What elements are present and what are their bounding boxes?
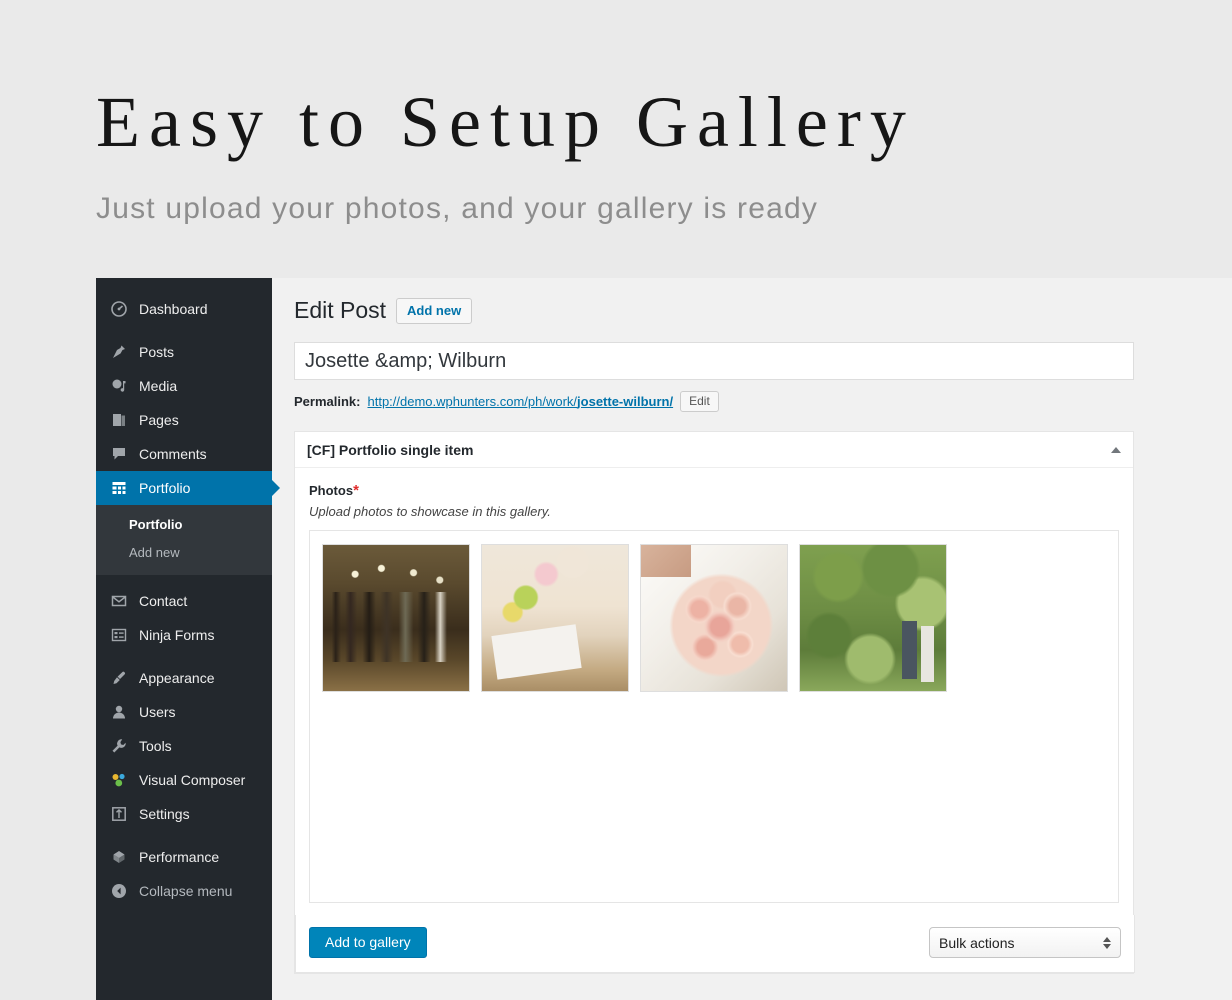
triangle-up-icon[interactable] — [1111, 446, 1121, 453]
settings-icon — [108, 806, 130, 822]
gallery-thumbnail[interactable] — [640, 544, 788, 692]
permalink-label: Permalink: — [294, 394, 361, 409]
sidebar-item-label: Portfolio — [139, 480, 191, 496]
page-header: Edit Post Add new — [294, 296, 1232, 325]
sidebar-item-label: Dashboard — [139, 301, 208, 317]
post-title-input[interactable]: Josette &amp; Wilburn — [294, 342, 1134, 380]
gallery-thumbnail-list — [322, 544, 1106, 692]
sidebar-item-settings[interactable]: Settings — [96, 797, 272, 831]
admin-main-content: Edit Post Add new Josette &amp; Wilburn … — [272, 278, 1232, 1000]
metabox-body: Photos* Upload photos to showcase in thi… — [295, 468, 1133, 903]
gallery-dropzone[interactable] — [309, 530, 1119, 903]
sidebar-item-label: Settings — [139, 806, 190, 822]
gallery-thumbnail[interactable] — [322, 544, 470, 692]
forms-icon — [108, 627, 130, 643]
up-down-arrows-icon — [1103, 936, 1111, 949]
gallery-toolbar: Add to gallery Bulk actions — [295, 915, 1135, 973]
sidebar-item-collapse-menu[interactable]: Collapse menu — [96, 874, 272, 908]
sidebar-item-portfolio[interactable]: Portfolio — [96, 471, 280, 505]
portfolio-metabox: [CF] Portfolio single item Photos* Uploa… — [294, 431, 1135, 974]
sidebar-divider — [96, 831, 272, 840]
sidebar-item-performance[interactable]: Performance — [96, 840, 272, 874]
sidebar-item-posts[interactable]: Posts — [96, 335, 272, 369]
sidebar-item-pages[interactable]: Pages — [96, 403, 272, 437]
sidebar-item-dashboard[interactable]: Dashboard — [96, 292, 272, 326]
sidebar-item-label: Tools — [139, 738, 172, 754]
portfolio-icon — [108, 480, 130, 496]
metabox-header[interactable]: [CF] Portfolio single item — [295, 432, 1133, 468]
sidebar-divider — [96, 575, 272, 584]
sidebar-item-label: Pages — [139, 412, 179, 428]
permalink-row: Permalink: http://demo.wphunters.com/ph/… — [294, 391, 1232, 412]
permalink-slug: josette-wilburn/ — [577, 394, 674, 409]
photo-garden-couple-image — [800, 545, 946, 691]
sidebar-item-label: Users — [139, 704, 176, 720]
gallery-thumbnail[interactable] — [799, 544, 947, 692]
sidebar-item-comments[interactable]: Comments — [96, 437, 272, 471]
sidebar-item-visual-composer[interactable]: Visual Composer — [96, 763, 272, 797]
permalink-edit-button[interactable]: Edit — [680, 391, 719, 412]
wrench-icon — [108, 738, 130, 754]
submenu-item-portfolio[interactable]: Portfolio — [96, 511, 272, 539]
pin-icon — [108, 344, 130, 360]
hero-title: Easy to Setup Gallery — [96, 82, 915, 162]
performance-icon — [108, 849, 130, 865]
envelope-icon — [108, 593, 130, 609]
sidebar-item-label: Performance — [139, 849, 220, 865]
sidebar-item-label: Contact — [139, 593, 188, 609]
collapse-arrow-icon — [108, 883, 130, 899]
wordpress-admin-screenshot: Dashboard Posts Media Pages Comments Por… — [96, 278, 1232, 1000]
photos-field-label: Photos* — [309, 482, 1119, 499]
sidebar-item-contact[interactable]: Contact — [96, 584, 272, 618]
sidebar-item-label: Appearance — [139, 670, 215, 686]
user-icon — [108, 704, 130, 720]
sidebar-item-ninja-forms[interactable]: Ninja Forms — [96, 618, 272, 652]
sidebar-item-label: Media — [139, 378, 178, 394]
permalink-link[interactable]: http://demo.wphunters.com/ph/work/josett… — [367, 394, 673, 409]
admin-sidebar: Dashboard Posts Media Pages Comments Por… — [96, 278, 280, 1000]
portfolio-submenu: Portfolio Add new — [96, 505, 272, 575]
page-title: Edit Post — [294, 297, 387, 323]
metabox-title: [CF] Portfolio single item — [307, 441, 474, 458]
photo-table-setting-image — [482, 545, 628, 691]
media-icon — [108, 378, 130, 394]
required-marker: * — [353, 482, 359, 499]
sidebar-divider — [96, 652, 272, 661]
permalink-base: http://demo.wphunters.com/ph/work/ — [367, 394, 578, 409]
sidebar-item-label: Comments — [139, 446, 207, 462]
submenu-item-add-new[interactable]: Add new — [96, 539, 272, 567]
bulk-actions-select[interactable]: Bulk actions — [929, 927, 1121, 958]
sidebar-item-label: Posts — [139, 344, 175, 360]
photo-dancing-image — [323, 545, 469, 691]
brush-icon — [108, 670, 130, 686]
sidebar-item-appearance[interactable]: Appearance — [96, 661, 272, 695]
hero-subtitle: Just upload your photos, and your galler… — [96, 192, 819, 225]
dashboard-icon — [108, 301, 130, 317]
comments-icon — [108, 446, 130, 462]
sidebar-item-media[interactable]: Media — [96, 369, 272, 403]
hero-section: Easy to Setup Gallery Just upload your p… — [0, 0, 1232, 226]
photo-bouquet-image — [641, 545, 787, 691]
sidebar-item-tools[interactable]: Tools — [96, 729, 272, 763]
add-new-button[interactable]: Add new — [396, 297, 473, 324]
gallery-thumbnail[interactable] — [481, 544, 629, 692]
visual-composer-icon — [108, 772, 130, 788]
photos-label-text: Photos — [309, 483, 354, 498]
sidebar-divider — [96, 326, 272, 335]
sidebar-item-users[interactable]: Users — [96, 695, 272, 729]
sidebar-item-label: Ninja Forms — [139, 627, 215, 643]
sidebar-item-label: Collapse menu — [139, 883, 233, 899]
add-to-gallery-button[interactable]: Add to gallery — [309, 927, 427, 958]
photos-field-description: Upload photos to showcase in this galler… — [309, 504, 551, 519]
bulk-actions-value: Bulk actions — [939, 934, 1015, 951]
sidebar-item-label: Visual Composer — [139, 772, 246, 788]
pages-icon — [108, 412, 130, 428]
